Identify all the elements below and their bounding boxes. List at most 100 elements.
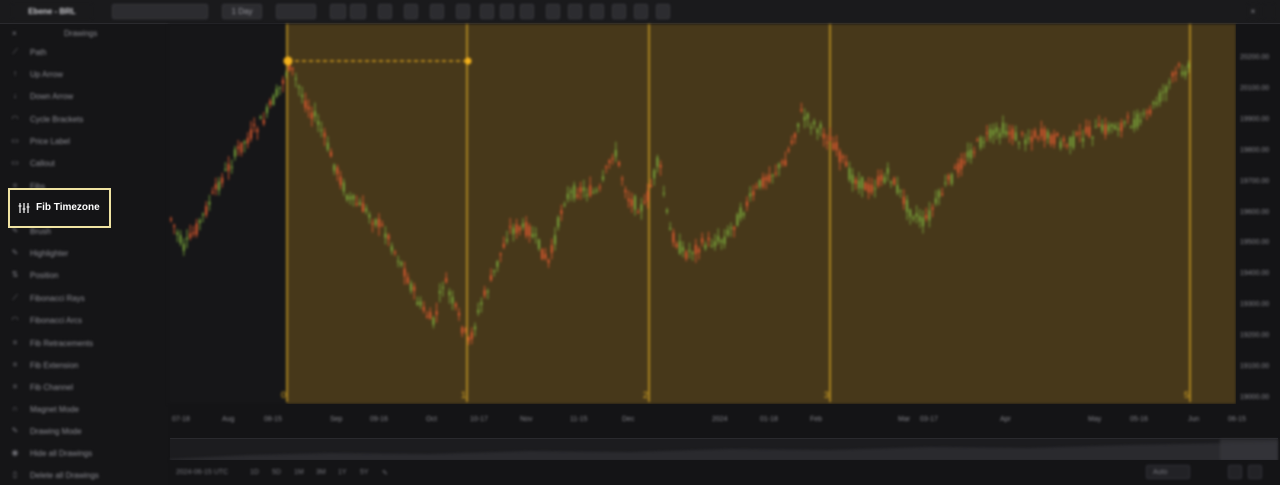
candle-body bbox=[659, 164, 662, 168]
sidebar-item-position[interactable]: ⇅ Position bbox=[10, 269, 160, 283]
candle-body bbox=[854, 179, 857, 184]
range-1d[interactable]: 1D bbox=[250, 469, 259, 476]
style-select[interactable]: Auto bbox=[1146, 465, 1190, 479]
pencil-icon: ✎ bbox=[11, 426, 19, 435]
sidebar-item-down-arrow[interactable]: ↓ Down Arrow bbox=[10, 90, 160, 104]
fullscreen-icon[interactable] bbox=[1264, 4, 1274, 19]
candle-body bbox=[896, 185, 899, 194]
price-tick-label: 19400.00 bbox=[1240, 270, 1270, 278]
crosshair-icon[interactable] bbox=[480, 4, 494, 19]
candle-body bbox=[1104, 124, 1107, 135]
zoom-out-icon[interactable] bbox=[350, 4, 366, 19]
alert-icon[interactable] bbox=[546, 4, 560, 19]
candle-body bbox=[714, 241, 716, 247]
sidebar-item-fib-extension[interactable]: ≡ Fib Extension bbox=[10, 359, 160, 373]
price-tick-label: 20100.00 bbox=[1240, 84, 1270, 92]
sidebar-item-label: Magnet Mode bbox=[30, 405, 79, 414]
indicators-button[interactable] bbox=[276, 4, 316, 19]
download-icon[interactable] bbox=[612, 4, 626, 19]
sidebar-item-path[interactable]: ⟋ Path bbox=[10, 46, 160, 60]
time-tick-label: Apr bbox=[1000, 416, 1011, 423]
compare-icon[interactable] bbox=[520, 4, 534, 19]
candle-body bbox=[989, 128, 992, 139]
candle-body bbox=[227, 163, 230, 171]
candle-body bbox=[406, 277, 409, 283]
candle-body bbox=[211, 191, 214, 194]
candle-body bbox=[902, 196, 905, 205]
range-5y[interactable]: 5Y bbox=[360, 469, 369, 476]
area-chart-icon[interactable] bbox=[456, 4, 470, 19]
candle-body bbox=[650, 185, 652, 187]
time-tick-label: Mar bbox=[898, 416, 911, 423]
candle-body bbox=[1027, 137, 1030, 140]
candle-body bbox=[349, 196, 352, 200]
candle-body bbox=[381, 224, 384, 226]
pencil-icon[interactable]: ✎ bbox=[382, 469, 388, 477]
price-chart[interactable]: 0 1 2 3 5 bbox=[168, 24, 1236, 404]
price-axis[interactable]: 20200.00 20100.00 19900.00 19800.00 19700.00… bbox=[1236, 24, 1280, 404]
candle-body bbox=[1142, 112, 1145, 115]
sidebar-item-price-label[interactable]: ▭ Price Label bbox=[10, 135, 160, 149]
timeframe-select[interactable]: 1 Day bbox=[222, 4, 262, 19]
candle-body bbox=[294, 78, 297, 80]
candle-body bbox=[1018, 142, 1020, 144]
time-tick-label: Oct bbox=[426, 416, 437, 423]
candle-body bbox=[400, 262, 403, 266]
line-chart-icon[interactable] bbox=[430, 4, 444, 19]
candle-body bbox=[893, 178, 896, 185]
candle-chart-icon[interactable] bbox=[404, 4, 418, 19]
candle-body bbox=[445, 278, 448, 283]
range-1y[interactable]: 1Y bbox=[338, 469, 347, 476]
sidebar-item-delete-all-drawings[interactable]: ▯ Delete all Drawings bbox=[10, 469, 160, 483]
sidebar-item-fib-retracements[interactable]: ≡ Fib Retracements bbox=[10, 337, 160, 351]
top-toolbar: Ebene - BRL 1 Day × bbox=[0, 0, 1280, 24]
sidebar-item-cycle-brackets[interactable]: ◠ Cycle Brackets bbox=[10, 113, 160, 127]
settings-icon[interactable] bbox=[568, 4, 582, 19]
sidebar-item-hide-all-drawings[interactable]: ◉ Hide all Drawings bbox=[10, 447, 160, 461]
zoom-in-icon[interactable] bbox=[330, 4, 346, 19]
time-navigator[interactable] bbox=[170, 438, 1278, 461]
candle-body bbox=[1046, 131, 1049, 139]
candle-body bbox=[358, 202, 361, 205]
share-icon[interactable] bbox=[656, 4, 670, 19]
sidebar-item-highlighter[interactable]: ✎ Highlighter bbox=[10, 247, 160, 261]
range-5d[interactable]: 5D bbox=[272, 469, 281, 476]
candle-body bbox=[496, 261, 499, 267]
candle-body bbox=[413, 286, 416, 291]
range-3m[interactable]: 3M bbox=[316, 469, 326, 476]
settings-icon[interactable] bbox=[1228, 465, 1242, 479]
candle-body bbox=[368, 214, 371, 218]
sidebar-item-fib-timezone[interactable]: Fib Timezone bbox=[8, 188, 111, 228]
fib-retracement-icon: ≡ bbox=[12, 338, 18, 347]
sidebar-item-fib-channel[interactable]: ≡ Fib Channel bbox=[10, 381, 160, 395]
chart-canvas[interactable]: 0 1 2 3 5 bbox=[168, 24, 1236, 404]
candle-body bbox=[1030, 136, 1033, 142]
close-icon[interactable]: × bbox=[1248, 4, 1258, 19]
sidebar-item-callout[interactable]: ▭ Callout bbox=[10, 157, 160, 171]
bar-chart-icon[interactable] bbox=[378, 4, 392, 19]
candle-body bbox=[957, 163, 960, 173]
sidebar-item-fibonacci-rays[interactable]: ⟋ Fibonacci Rays bbox=[10, 292, 160, 306]
sidebar-close-icon[interactable]: × bbox=[12, 29, 17, 38]
symbol-button[interactable]: Ebene - BRL bbox=[12, 4, 92, 19]
camera-icon[interactable] bbox=[634, 4, 648, 19]
sidebar-item-fibonacci-arcs[interactable]: ◠ Fibonacci Arcs bbox=[10, 314, 160, 328]
sidebar-item-label: Callout bbox=[30, 159, 55, 168]
candle-body bbox=[874, 187, 876, 190]
fib-arcs-icon: ◠ bbox=[11, 315, 19, 324]
sidebar-item-up-arrow[interactable]: ↑ Up Arrow bbox=[10, 68, 160, 82]
candle-body bbox=[528, 226, 531, 236]
sidebar-item-drawing-mode[interactable]: ✎ Drawing Mode bbox=[10, 425, 160, 439]
fullscreen-icon[interactable] bbox=[1248, 465, 1262, 479]
price-tick-label: 19800.00 bbox=[1240, 146, 1270, 154]
navigator-area[interactable] bbox=[170, 439, 1278, 461]
measure-icon[interactable] bbox=[500, 4, 514, 19]
candle-body bbox=[259, 116, 262, 119]
layout-icon[interactable] bbox=[590, 4, 604, 19]
symbol-search-input[interactable] bbox=[112, 4, 208, 19]
range-1m[interactable]: 1M bbox=[294, 469, 304, 476]
candle-body bbox=[1008, 131, 1011, 135]
sidebar-item-magnet-mode[interactable]: ∩ Magnet Mode bbox=[10, 403, 160, 417]
candle-body bbox=[803, 116, 806, 121]
time-axis[interactable]: 07-18 Aug 08-15 Sep 09-16 Oct 10-17 Nov 11-15 Dec… bbox=[168, 404, 1280, 438]
